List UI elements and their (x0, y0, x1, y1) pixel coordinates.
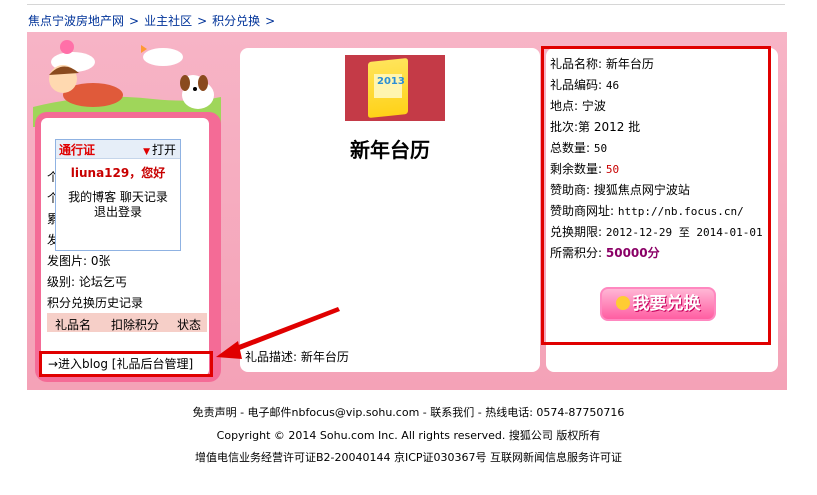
top-divider (27, 4, 785, 5)
period-label: 兑换期限: (550, 225, 603, 239)
sponsor-url-label: 赞助商网址: (550, 204, 615, 218)
gift-name-label: 礼品名称: (550, 57, 603, 71)
col-gift-name: 礼品名 (55, 318, 92, 332)
sponsor-value: 搜狐焦点网宁波站 (593, 183, 690, 197)
footer-links: 免责声明 - 电子邮件nbfocus@vip.sohu.com - 联系我们 -… (192, 406, 625, 419)
remaining-value: 50 (605, 163, 620, 176)
chat-log-link[interactable]: 聊天记录 (120, 190, 168, 204)
remaining-row: 剩余数量: 50 (550, 162, 619, 177)
footer-license: 增值电信业务经营许可证B2-20040144 京ICP证030367号 互联网新… (194, 451, 623, 464)
breadcrumb-community-link[interactable]: 业主社区 (144, 14, 192, 28)
gift-code-label: 礼品编码: (550, 78, 603, 92)
redeem-button[interactable]: 我要兑换 (600, 287, 716, 321)
gift-image-year: 2013 (377, 76, 405, 87)
passport-open-label: 打开 (151, 143, 176, 157)
points-value: 50000分 (605, 246, 660, 260)
breadcrumb: 焦点宁波房地产网 > 业主社区 > 积分兑换 > (28, 12, 280, 30)
col-status: 状态 (177, 318, 202, 332)
gift-code-value: 46 (605, 79, 620, 92)
total-row: 总数量: 50 (550, 141, 607, 156)
gift-code-row: 礼品编码: 46 (550, 78, 619, 93)
total-label: 总数量: (550, 141, 591, 155)
remaining-label: 剩余数量: (550, 162, 603, 176)
passport-links: 我的博客 聊天记录 退出登录 (56, 190, 180, 220)
points-label: 所需积分: (550, 246, 603, 260)
annotation-arrow-icon (216, 307, 340, 359)
passport-greeting: liuna129，您好 (70, 166, 166, 180)
location-value: 宁波 (581, 99, 606, 113)
sponsor-url-row: 赞助商网址: http://nb.focus.cn/ (550, 204, 744, 219)
breadcrumb-sep: > (129, 14, 140, 28)
passport-title: 通行证 (59, 143, 96, 157)
gift-name-row: 礼品名称: 新年台历 (550, 57, 654, 71)
location-label: 地点: (550, 99, 579, 113)
batch-value: 第 2012 批 (578, 120, 641, 134)
sponsor-label: 赞助商: (550, 183, 591, 197)
passport-popup: 通行证 ▼ 打开 liuna129，您好 我的博客 聊天记录 退出登录 (55, 139, 181, 251)
breadcrumb-sep: > (197, 14, 208, 28)
photo-count: 发图片: 0张 (47, 254, 111, 268)
gift-icon (615, 296, 630, 310)
dropdown-arrow-icon: ▼ (143, 147, 150, 157)
period-row: 兑换期限: 2012-12-29 至 2014-01-01 (550, 225, 763, 240)
batch-row: 批次:第 2012 批 (550, 120, 640, 134)
breadcrumb-points-link[interactable]: 积分兑换 (212, 14, 260, 28)
period-value: 2012-12-29 至 2014-01-01 (605, 226, 763, 239)
passport-open-button[interactable]: ▼ 打开 (143, 141, 176, 158)
history-table-header: 礼品名 扣除积分 状态 (47, 313, 207, 332)
batch-label: 批次: (550, 120, 579, 134)
sponsor-url-link[interactable]: http://nb.focus.cn/ (618, 205, 744, 218)
breadcrumb-home-link[interactable]: 焦点宁波房地产网 (28, 14, 124, 28)
total-value: 50 (593, 142, 608, 155)
gift-title: 新年台历 (350, 138, 430, 162)
gift-name-value: 新年台历 (605, 57, 654, 71)
sponsor-row: 赞助商: 搜狐焦点网宁波站 (550, 183, 690, 197)
location-row: 地点: 宁波 (550, 99, 606, 113)
blog-admin-link[interactable]: →进入blog [礼品后台管理] (39, 351, 213, 377)
logout-link[interactable]: 退出登录 (94, 205, 142, 219)
passport-header: 通行证 ▼ 打开 (56, 140, 180, 159)
col-points-deducted: 扣除积分 (111, 318, 160, 332)
footer-copyright: Copyright © 2014 Sohu.com Inc. All right… (216, 429, 601, 442)
user-level: 级别: 论坛乞丐 (47, 275, 127, 289)
breadcrumb-sep: > (265, 14, 276, 28)
points-row: 所需积分: 50000分 (550, 246, 660, 260)
my-blog-link[interactable]: 我的博客 (68, 190, 116, 204)
redeem-history-heading: 积分兑换历史记录 (47, 296, 144, 310)
redeem-button-label: 我要兑换 (632, 294, 701, 314)
